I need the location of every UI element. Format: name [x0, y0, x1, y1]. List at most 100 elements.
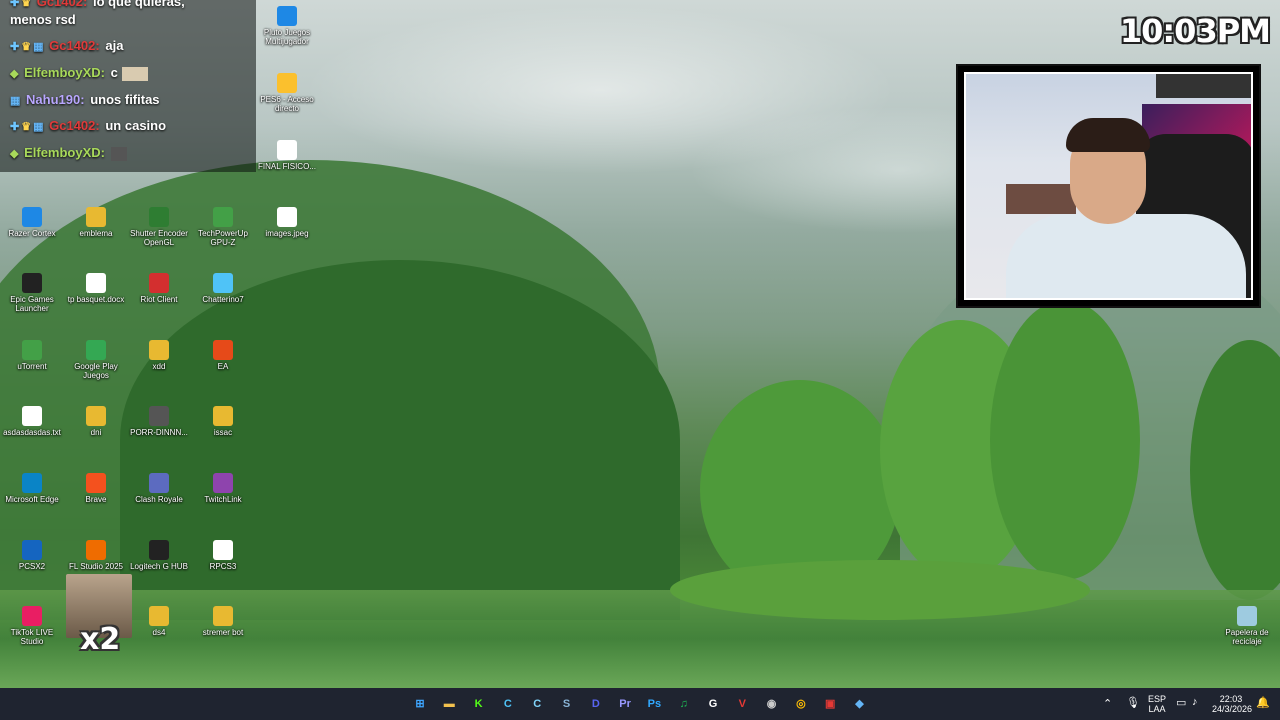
desktop-icon-label: Chatterino7 [202, 295, 244, 304]
desktop-icon-label: TikTok LIVE Studio [10, 628, 54, 646]
desktop-icon-label: ds4 [152, 628, 166, 637]
twitchlink-icon [213, 473, 233, 493]
desktop-icon-label: Logitech G HUB [130, 562, 188, 571]
webcam-feed [964, 72, 1253, 300]
chat-message: ✚ ♛ Gc1402: lo que quieras, [10, 0, 185, 9]
chevron-up-icon[interactable]: ⌃ [1103, 697, 1112, 710]
desktop-icon[interactable]: Google Play Juegos [64, 340, 128, 380]
system-clock[interactable]: 22:03 24/3/2026 [1212, 694, 1252, 714]
desktop-icon[interactable]: issac [191, 406, 255, 437]
person-shirt [1006, 214, 1246, 298]
desktop-icon[interactable]: Epic Games Launcher [0, 273, 64, 313]
desktop-icon-label: TwitchLink [204, 495, 242, 504]
desktop-icon-label: Papelera de reciclaje [1225, 628, 1269, 646]
desktop-icon[interactable]: Microsoft Edge [0, 473, 64, 504]
desktop-icon[interactable]: Papelera de reciclaje [1215, 606, 1279, 646]
desktop-icon[interactable]: dni [64, 406, 128, 437]
crown-badge-icon: ♛ [21, 41, 32, 53]
desktop-icon[interactable]: Chatterino7 [191, 273, 255, 304]
sword-badge-icon: ✚ [10, 0, 20, 9]
file-explorer-icon[interactable]: ▬ [439, 694, 459, 714]
desktop-icon[interactable]: TikTok LIVE Studio [0, 606, 64, 646]
folder-icon [149, 606, 169, 626]
volume-icon[interactable]: ♪ [1192, 696, 1198, 708]
desktop-icon[interactable]: PCSX2 [0, 540, 64, 571]
desktop-icon[interactable]: uTorrent [0, 340, 64, 371]
desktop-icon[interactable]: Razer Cortex [0, 207, 64, 238]
logitech-ghub-icon[interactable]: G [703, 694, 723, 714]
folder-icon [86, 207, 106, 227]
crown-badge-icon: ♛ [21, 0, 32, 9]
razer-cortex-icon [22, 207, 42, 227]
docx-file-icon [86, 273, 106, 293]
chat-username: Gc1402: [49, 118, 100, 133]
desktop-icon[interactable]: FL Studio 2025 [64, 540, 128, 571]
person-hair [1066, 118, 1150, 152]
desktop-icon[interactable]: tp basquet.docx [64, 273, 128, 304]
chrome-icon[interactable]: ◎ [791, 694, 811, 714]
diamond-badge-icon: ◆ [10, 68, 19, 80]
chat-username: Gc1402: [36, 0, 88, 9]
logitech-ghub-icon [149, 540, 169, 560]
desktop-icon[interactable]: Clash Royale [127, 473, 191, 504]
image-file-icon [277, 207, 297, 227]
desktop-icon[interactable]: PORR-DINNN... [127, 406, 191, 437]
desktop-icon-label: xdd [152, 362, 166, 371]
discord-icon[interactable]: D [586, 694, 606, 714]
microphone-icon[interactable]: 🎙 [1126, 696, 1140, 709]
desktop-icon[interactable]: Logitech G HUB [127, 540, 191, 571]
desktop-icon-label: dni [90, 428, 102, 437]
premiere-icon[interactable]: Pr [615, 694, 635, 714]
desktop-icon[interactable]: FINAL FISICO... [255, 140, 319, 171]
diamond-badge-icon: ◆ [10, 148, 19, 160]
tiktok-live-icon [22, 606, 42, 626]
start-icon[interactable]: ⊞ [410, 694, 430, 714]
desktop-icon-label: Epic Games Launcher [10, 295, 54, 313]
language-indicator[interactable]: ESP LAA [1148, 694, 1166, 714]
stream-app-icon[interactable]: ▣ [820, 694, 840, 714]
desktop-icon[interactable]: asdasdasdas.txt [0, 406, 64, 437]
desktop-icon[interactable]: Riot Client [127, 273, 191, 304]
photoshop-icon[interactable]: Ps [644, 694, 664, 714]
desktop-icon-label: Google Play Juegos [74, 362, 118, 380]
desktop-icon-label: Shutter Encoder OpenGL [130, 229, 188, 247]
desktop-icon[interactable]: TechPowerUp GPU-Z [191, 207, 255, 247]
riot-vanguard-icon[interactable]: V [732, 694, 752, 714]
desktop-icon[interactable]: emblema [64, 207, 128, 238]
desktop-icon[interactable]: Pluto Juegos Multijugador [255, 6, 319, 46]
desktop-icon[interactable]: TwitchLink [191, 473, 255, 504]
notification-bell-icon[interactable]: 🔔 [1256, 696, 1270, 709]
desktop-icon-label: PES6 - Acceso directo [260, 95, 314, 113]
desktop-icon[interactable]: RPCS3 [191, 540, 255, 571]
desktop-icon[interactable]: xdd [127, 340, 191, 371]
desktop-icon[interactable]: ds4 [127, 606, 191, 637]
desktop-icon-label: images.jpeg [265, 229, 309, 238]
grid-badge-icon: ▦ [33, 41, 44, 53]
desktop-icon-label: FINAL FISICO... [258, 162, 316, 171]
desktop-icon-label: PORR-DINNN... [130, 428, 188, 437]
desktop-icon[interactable]: stremer bot [191, 606, 255, 637]
taskbar: ⊞ ▬ K C C S D Pr Ps ♫ G V ◉ ◎ ▣ ◆ ⌃ 🎙 ESP LAA ▭ ♪ 22:03… [0, 688, 1280, 720]
gpuz-icon [213, 207, 233, 227]
network-icon[interactable]: ▭ [1176, 696, 1186, 709]
chat-message: ▦ Nahu190: unos fifitas [10, 92, 160, 107]
app-diamond-icon[interactable]: ◆ [850, 694, 870, 714]
desktop-icon[interactable]: PES6 - Acceso directo [255, 73, 319, 113]
desktop-icon-label: Razer Cortex [8, 229, 56, 238]
desktop-icon-label: Riot Client [140, 295, 178, 304]
desktop-icon[interactable]: Brave [64, 473, 128, 504]
webcam-overlay [956, 64, 1261, 308]
shelf [1006, 184, 1076, 214]
desktop-icon[interactable]: images.jpeg [255, 207, 319, 238]
pcsx2-icon [22, 540, 42, 560]
kick-icon[interactable]: K [469, 694, 489, 714]
obs-icon[interactable]: ◉ [762, 694, 782, 714]
chatterino-icon[interactable]: C [498, 694, 518, 714]
chatterino-alt-icon[interactable]: C [527, 694, 547, 714]
edge-icon [22, 473, 42, 493]
desktop-icon[interactable]: EA [191, 340, 255, 371]
steam-icon[interactable]: S [557, 694, 577, 714]
desktop-icon-label: EA [217, 362, 229, 371]
spotify-icon[interactable]: ♫ [674, 694, 694, 714]
desktop-icon[interactable]: Shutter Encoder OpenGL [127, 207, 191, 247]
